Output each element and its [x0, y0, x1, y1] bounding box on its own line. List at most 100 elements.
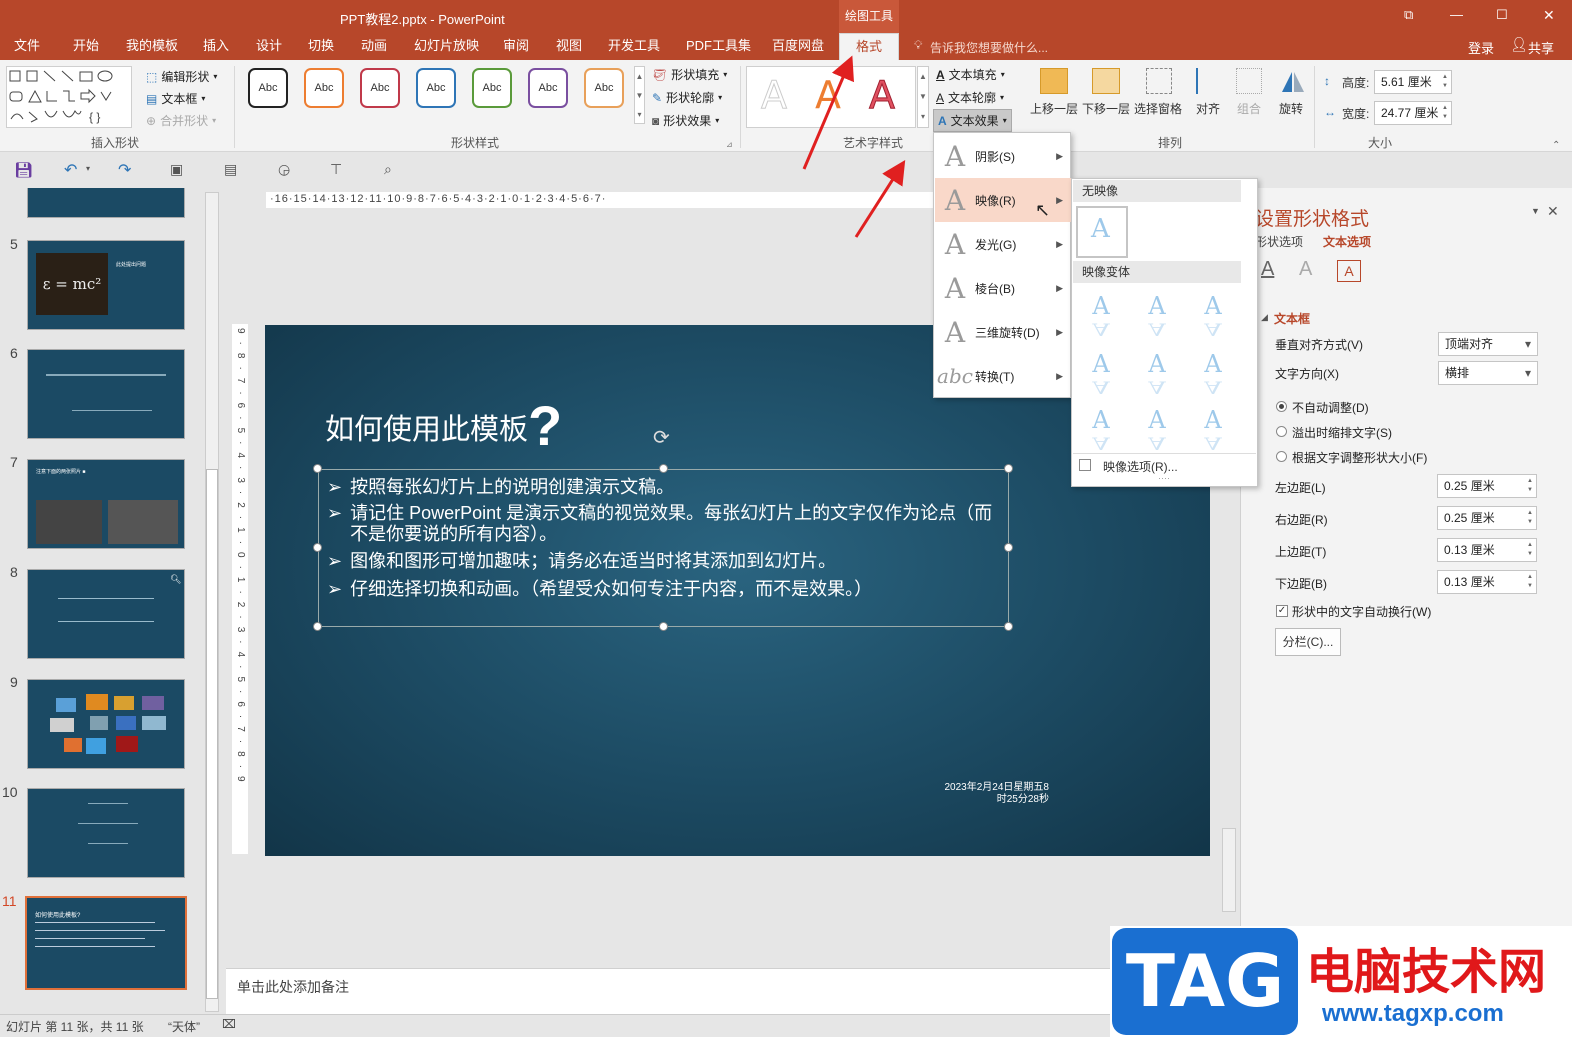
- scrollbar-thumb[interactable]: [206, 469, 218, 999]
- accessibility-icon[interactable]: ⌧: [222, 1017, 236, 1031]
- resize-handle[interactable]: [313, 543, 322, 552]
- resize-handle[interactable]: [659, 464, 668, 473]
- edit-shape-button[interactable]: ⬚ 编辑形状 ▾: [146, 68, 217, 85]
- rotate-button[interactable]: 旋转: [1279, 100, 1303, 117]
- text-fill-outline-icon[interactable]: A: [1261, 258, 1274, 281]
- preview-icon[interactable]: ⌕: [384, 161, 392, 178]
- presenter-icon[interactable]: ⊤: [330, 161, 342, 178]
- slide-canvas[interactable]: 如何使用此模板? ⟳ ➢ 按照每张幻灯片上的说明创建演示文稿。 ➢ 请记住 Powe…: [265, 325, 1210, 856]
- login-link[interactable]: 登录: [1468, 38, 1494, 57]
- undo-icon[interactable]: ↶: [64, 160, 77, 180]
- autofit-resize-label[interactable]: 根据文字调整形状大小(F): [1292, 449, 1427, 466]
- dialog-launcher-icon[interactable]: ⊿: [726, 140, 733, 149]
- align-button[interactable]: 对齐: [1196, 100, 1220, 117]
- resize-grip-icon[interactable]: ····: [1158, 473, 1170, 483]
- layout-icon[interactable]: ▤: [224, 161, 237, 178]
- send-backward-button[interactable]: 下移一层: [1082, 100, 1130, 117]
- margin-left-input[interactable]: 0.25 厘米: [1437, 474, 1537, 498]
- tab-transitions[interactable]: 切换: [308, 33, 334, 60]
- shape-fill-button[interactable]: 🪣︎ 形状填充 ▾: [652, 66, 727, 83]
- wordart-style-white[interactable]: A: [761, 73, 788, 118]
- text-effects-button[interactable]: A 文本效果 ▾: [933, 109, 1012, 132]
- close-button[interactable]: ✕: [1543, 7, 1555, 24]
- collapse-section-icon[interactable]: ◢: [1261, 312, 1268, 323]
- undo-dropdown-icon[interactable]: ▾: [86, 164, 90, 173]
- merge-shapes-button[interactable]: ⊕ 合并形状 ▾: [146, 112, 216, 129]
- resize-handle[interactable]: [1004, 622, 1013, 631]
- pane-options-icon[interactable]: ▼: [1531, 206, 1540, 216]
- autofit-none-label[interactable]: 不自动调整(D): [1292, 399, 1369, 416]
- textbox-options-icon[interactable]: A: [1337, 260, 1361, 282]
- rotate-handle-icon[interactable]: ⟳: [653, 425, 670, 450]
- tell-me-search[interactable]: 告诉我您想要做什么...: [930, 39, 1048, 56]
- margin-bottom-input[interactable]: 0.13 厘米: [1437, 570, 1537, 594]
- text-fill-button[interactable]: A 文本填充 ▾: [936, 66, 1005, 83]
- shape-style-swatch[interactable]: Abc: [416, 68, 456, 108]
- content-placeholder[interactable]: ➢ 按照每张幻灯片上的说明创建演示文稿。 ➢ 请记住 PowerPoint 是演示文…: [318, 469, 1009, 627]
- autofit-none-radio[interactable]: [1276, 401, 1287, 412]
- maximize-button[interactable]: ☐: [1496, 7, 1508, 23]
- reflection-options-checkbox[interactable]: [1079, 459, 1091, 471]
- height-input[interactable]: 5.61 厘米: [1374, 70, 1452, 94]
- resize-handle[interactable]: [659, 622, 668, 631]
- slide-thumbnail-8[interactable]: 🔍︎: [27, 569, 185, 659]
- tab-view[interactable]: 视图: [556, 33, 582, 60]
- tab-my-templates[interactable]: 我的模板: [126, 33, 178, 60]
- reflection-variant[interactable]: AA: [1086, 293, 1116, 343]
- tab-text-options[interactable]: 文本选项: [1323, 233, 1371, 250]
- menu-item-shadow[interactable]: A 阴影(S) ▶: [935, 134, 1071, 178]
- new-slide-icon[interactable]: ▣: [170, 161, 183, 178]
- slide-thumbnail-10[interactable]: [27, 788, 185, 878]
- reflection-variant[interactable]: AA: [1198, 407, 1228, 457]
- reflection-variant[interactable]: AA: [1142, 293, 1172, 343]
- no-reflection-option[interactable]: A: [1076, 206, 1128, 258]
- redo-icon[interactable]: ↷: [118, 160, 131, 180]
- tab-pdf-tools[interactable]: PDF工具集: [686, 33, 751, 60]
- menu-item-glow[interactable]: A 发光(G) ▶: [935, 222, 1071, 266]
- tab-slideshow[interactable]: 幻灯片放映: [414, 33, 479, 60]
- shape-style-swatch[interactable]: Abc: [248, 68, 288, 108]
- shape-effects-button[interactable]: ◙ 形状效果 ▾: [652, 112, 719, 129]
- text-outline-button[interactable]: A 文本轮廓 ▾: [936, 89, 1004, 106]
- pane-close-icon[interactable]: ✕: [1547, 203, 1559, 220]
- resize-handle[interactable]: [1004, 543, 1013, 552]
- reflection-variant[interactable]: AA: [1198, 351, 1228, 401]
- tab-design[interactable]: 设计: [256, 33, 282, 60]
- shape-style-swatch[interactable]: Abc: [472, 68, 512, 108]
- word-wrap-label[interactable]: 形状中的文字自动换行(W): [1292, 603, 1431, 620]
- gallery-scroll[interactable]: ▲ ▼ ▾: [634, 66, 645, 124]
- slide-thumbnail-5[interactable]: ε = mc² 此处提出问题: [27, 240, 185, 330]
- menu-item-bevel[interactable]: A 棱台(B) ▶: [935, 266, 1071, 310]
- word-wrap-checkbox[interactable]: ✓: [1276, 605, 1288, 617]
- bring-forward-button[interactable]: 上移一层: [1030, 100, 1078, 117]
- thumbnail-scrollbar[interactable]: [205, 192, 219, 1012]
- resize-handle[interactable]: [313, 622, 322, 631]
- slideshow-start-icon[interactable]: ◶: [278, 161, 290, 178]
- tab-shape-options[interactable]: 形状选项: [1255, 233, 1303, 250]
- reflection-variant[interactable]: AA: [1142, 407, 1172, 457]
- columns-button[interactable]: 分栏(C)...: [1275, 628, 1341, 656]
- collapse-ribbon-icon[interactable]: ⌃: [1552, 140, 1560, 151]
- shape-gallery[interactable]: { }: [6, 66, 132, 128]
- share-button[interactable]: 共享: [1528, 38, 1554, 57]
- slide-thumbnail-4[interactable]: [27, 188, 185, 218]
- editor-scrollbar[interactable]: [1222, 828, 1236, 912]
- reflection-variant[interactable]: AA: [1086, 407, 1116, 457]
- shape-style-swatch[interactable]: Abc: [304, 68, 344, 108]
- valign-select[interactable]: 顶端对齐: [1438, 332, 1538, 356]
- notes-pane[interactable]: 单击此处添加备注: [226, 968, 1240, 1014]
- section-textbox[interactable]: 文本框: [1274, 310, 1310, 327]
- ribbon-display-options-icon[interactable]: ⧉: [1404, 7, 1413, 23]
- text-box-button[interactable]: ▤ 文本框 ▾: [146, 90, 205, 107]
- minimize-button[interactable]: —: [1450, 7, 1463, 22]
- slide-thumbnail-11-selected[interactable]: 如何使用此模板?: [25, 896, 187, 990]
- margin-top-input[interactable]: 0.13 厘米: [1437, 538, 1537, 562]
- tab-file[interactable]: 文件: [14, 33, 40, 60]
- tab-animations[interactable]: 动画: [361, 33, 387, 60]
- shape-style-swatch[interactable]: Abc: [360, 68, 400, 108]
- autofit-shrink-label[interactable]: 溢出时缩排文字(S): [1292, 424, 1392, 441]
- save-icon[interactable]: 💾︎: [14, 161, 33, 179]
- reflection-variant[interactable]: AA: [1086, 351, 1116, 401]
- reflection-variant[interactable]: AA: [1198, 293, 1228, 343]
- selection-pane-button[interactable]: 选择窗格: [1134, 100, 1182, 117]
